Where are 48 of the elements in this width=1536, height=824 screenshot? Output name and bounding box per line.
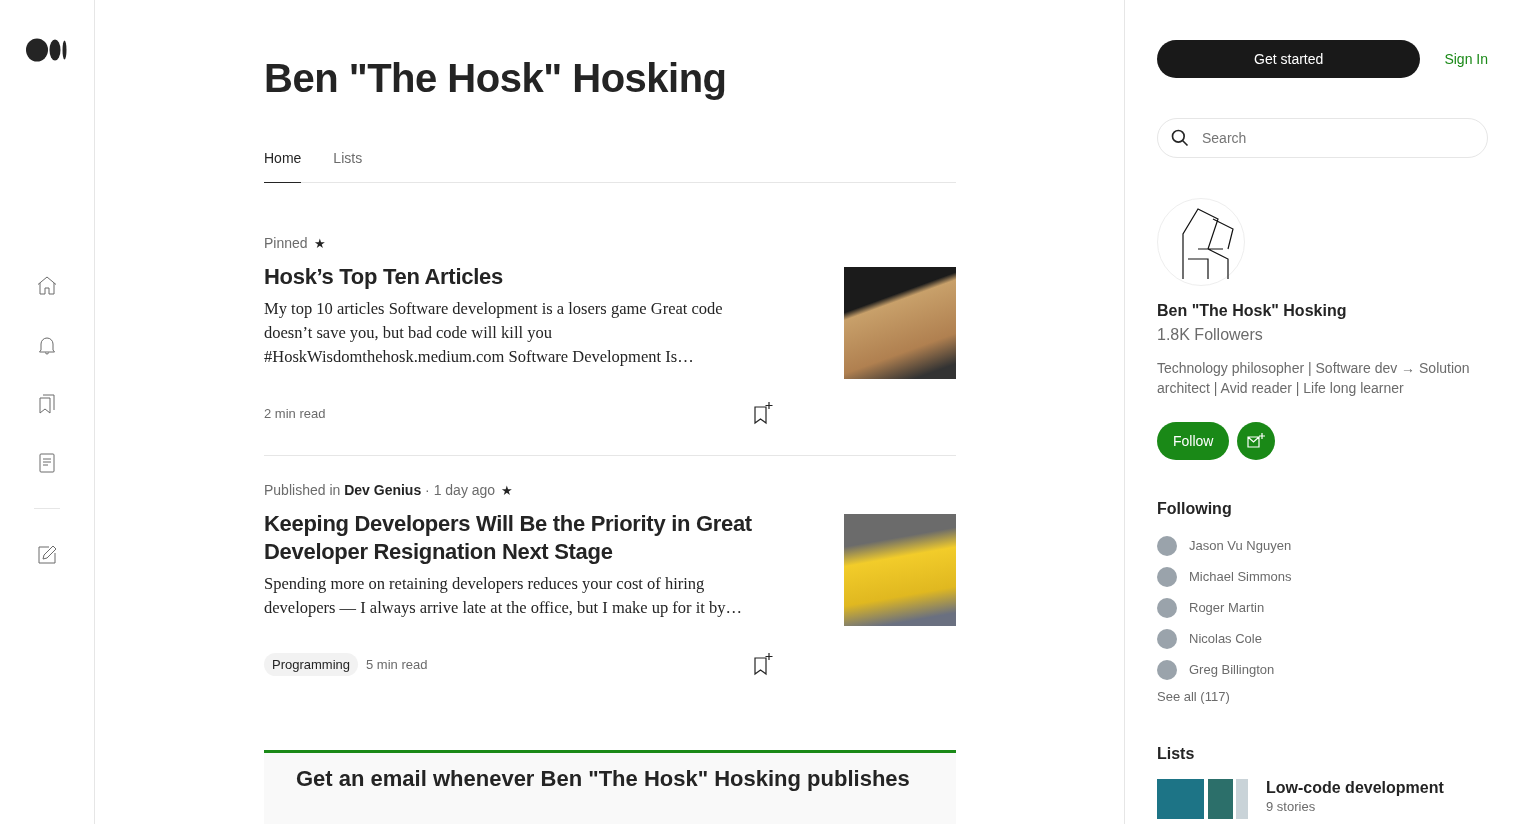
- author-name[interactable]: Ben "The Hosk" Hosking: [1157, 302, 1488, 320]
- star-icon: ★: [501, 482, 514, 498]
- search-input[interactable]: Search: [1200, 129, 1475, 147]
- avatar-circle[interactable]: [1157, 659, 1177, 680]
- read-time: 2 min read: [264, 405, 326, 421]
- photo-placeholder[interactable]: [844, 267, 956, 379]
- topic-tag[interactable]: Programming: [264, 652, 359, 676]
- list-title[interactable]: Low-code development: [1266, 779, 1444, 797]
- sign-in-link[interactable]: Sign In: [1444, 51, 1488, 67]
- photo-placeholder[interactable]: [844, 514, 956, 626]
- profile-name: Ben "The Hosk" Hosking: [264, 55, 728, 102]
- search-icon: [1170, 128, 1190, 148]
- medium-logo[interactable]: [26, 38, 68, 62]
- avatar-circle[interactable]: [1157, 597, 1177, 618]
- bookmark-add-icon[interactable]: [752, 652, 774, 676]
- article-title[interactable]: Hosk’s Top Ten Articles: [264, 263, 774, 291]
- mail-plus-icon: [1246, 431, 1267, 451]
- avatar-circle[interactable]: [1157, 535, 1177, 556]
- list-thumbnails[interactable]: [1157, 779, 1248, 819]
- bookmark-add-icon[interactable]: [752, 401, 774, 425]
- article-excerpt: Spending more on retaining developers reduces your cost of hiring developers — I always arrive late at the office, but I make up for it by…: [264, 573, 744, 619]
- write-icon[interactable]: [35, 543, 59, 567]
- follower-count[interactable]: 1.8K Followers: [1157, 326, 1488, 344]
- person-name[interactable]: Jason Vu Nguyen: [1189, 538, 1292, 553]
- get-started-button[interactable]: Get started: [1157, 40, 1421, 78]
- star-icon: ★: [313, 235, 326, 251]
- story-count: 9 stories: [1266, 799, 1317, 814]
- author-bio: Technology philosopher | Software dev → Solution architect | Avid reader | Life long learner: [1157, 359, 1471, 398]
- article-meta: Pinned: [264, 235, 308, 251]
- person-name[interactable]: Michael Simmons: [1189, 569, 1292, 584]
- see-all-link[interactable]: See all (117): [1157, 689, 1230, 704]
- subscribe-button[interactable]: [1237, 422, 1276, 460]
- article-meta: Published in Dev Genius · 1 day ago: [264, 482, 496, 498]
- person-name[interactable]: Greg Billington: [1189, 662, 1275, 677]
- home-icon[interactable]: [35, 274, 59, 298]
- person-name[interactable]: Nicolas Cole: [1189, 631, 1262, 646]
- profile-tab[interactable]: Lists: [333, 142, 363, 183]
- article-excerpt: My top 10 articles Software development is a losers game Great code doesn’t save you, but bad code will kill you #HoskWisdomthehosk.medium.com Software Development Is…: [264, 298, 724, 368]
- section-heading: Lists: [1157, 745, 1196, 763]
- section-heading: Following: [1157, 500, 1233, 518]
- person-name[interactable]: Roger Martin: [1189, 600, 1265, 615]
- profile-tab[interactable]: Home: [264, 142, 302, 183]
- avatar-circle[interactable]: [1157, 566, 1177, 587]
- follow-button[interactable]: Follow: [1157, 422, 1230, 460]
- avatar-circle[interactable]: [1157, 628, 1177, 649]
- article-title[interactable]: Keeping Developers Will Be the Priority in Great Developer Resignation Next Stage: [264, 510, 774, 566]
- email-signup-title: Get an email whenever Ben "The Hosk" Hosking publishes: [296, 765, 911, 793]
- read-time: 5 min read: [366, 656, 428, 672]
